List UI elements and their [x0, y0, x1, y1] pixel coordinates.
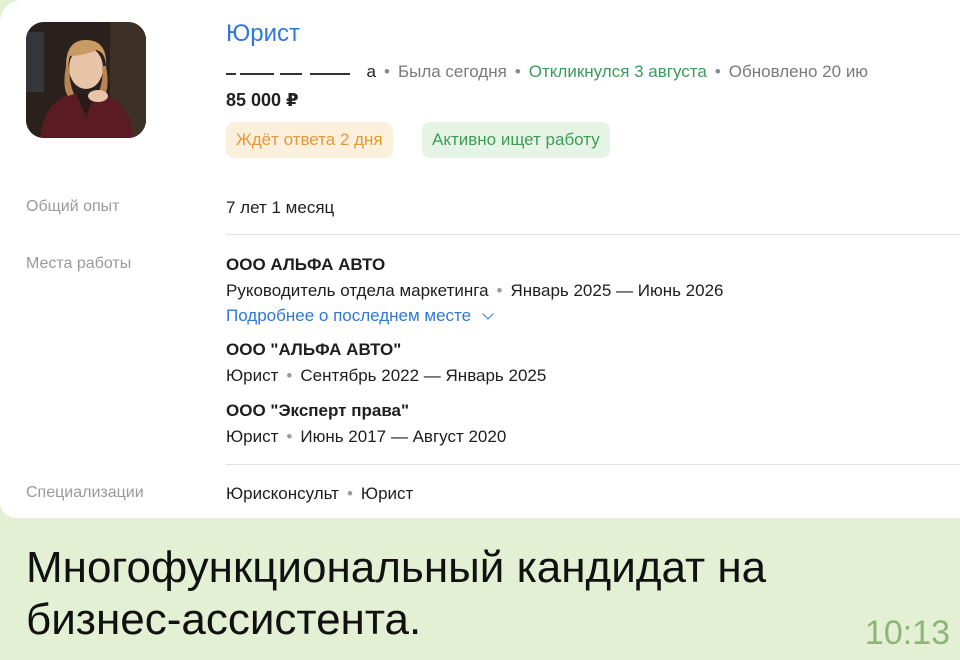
- job-search-status-badge: Активно ищет работу: [422, 122, 610, 158]
- message-timestamp: 10:13: [864, 614, 950, 652]
- specialization-item: Юрисконсульт: [226, 484, 339, 503]
- chevron-down-icon[interactable]: [482, 308, 494, 320]
- salary: 85 000 ₽: [226, 90, 299, 110]
- workplace-position: Юрист: [226, 366, 279, 385]
- more-about-last-place-link[interactable]: Подробнее о последнем месте: [226, 306, 494, 326]
- message-text: Многофункциональный кандидат на бизнес-а…: [26, 543, 767, 644]
- specializations-value: Юрисконсульт • Юрист: [226, 484, 414, 503]
- divider: [226, 234, 960, 235]
- workplace-company: ООО АЛЬФА АВТО: [226, 255, 386, 274]
- specialization-item: Юрист: [360, 484, 414, 503]
- workplace-period: Июнь 2017 — Август 2020: [300, 427, 507, 446]
- specializations-label: Специализации: [26, 484, 144, 501]
- workplaces-label: Места работы: [26, 255, 132, 272]
- workplace-company: ООО "Эксперт права": [226, 401, 410, 420]
- last-seen: Была сегодня: [397, 62, 507, 81]
- workplace-company: ООО "АЛЬФА АВТО": [226, 340, 402, 359]
- workplace-period: Сентябрь 2022 — Январь 2025: [300, 366, 547, 385]
- candidate-name-suffix: а: [366, 61, 376, 81]
- job-title[interactable]: Юрист: [226, 20, 300, 48]
- updated-date: Обновлено 20 ию: [728, 62, 869, 81]
- experience-label: Общий опыт: [26, 198, 120, 215]
- message-bubble: Юрист а • Была сегодня • Откликнулся 3 авгу…: [0, 0, 960, 660]
- waiting-response-badge: Ждёт ответа 2 дня: [226, 122, 393, 158]
- workplace-period: Январь 2025 — Июнь 2026: [510, 281, 724, 300]
- resume-card[interactable]: Юрист а • Была сегодня • Откликнулся 3 авгу…: [0, 0, 960, 518]
- candidate-name-blurred: а: [226, 61, 376, 82]
- workplace-details: Юрист • Сентябрь 2022 — Январь 2025: [226, 366, 547, 385]
- experience-value: 7 лет 1 месяц: [226, 198, 335, 217]
- workplace-details: Руководитель отдела маркетинга • Январь 20…: [226, 281, 724, 300]
- workplace-position: Юрист: [226, 427, 279, 446]
- candidate-photo: [26, 22, 146, 138]
- workplace-position: Руководитель отдела маркетинга: [226, 281, 489, 300]
- divider: [226, 464, 960, 465]
- workplace-details: Юрист • Июнь 2017 — Август 2020: [226, 427, 507, 446]
- responded-date: Откликнулся 3 августа: [528, 62, 707, 81]
- candidate-meta: а • Была сегодня • Откликнулся 3 августа • Об…: [226, 62, 868, 82]
